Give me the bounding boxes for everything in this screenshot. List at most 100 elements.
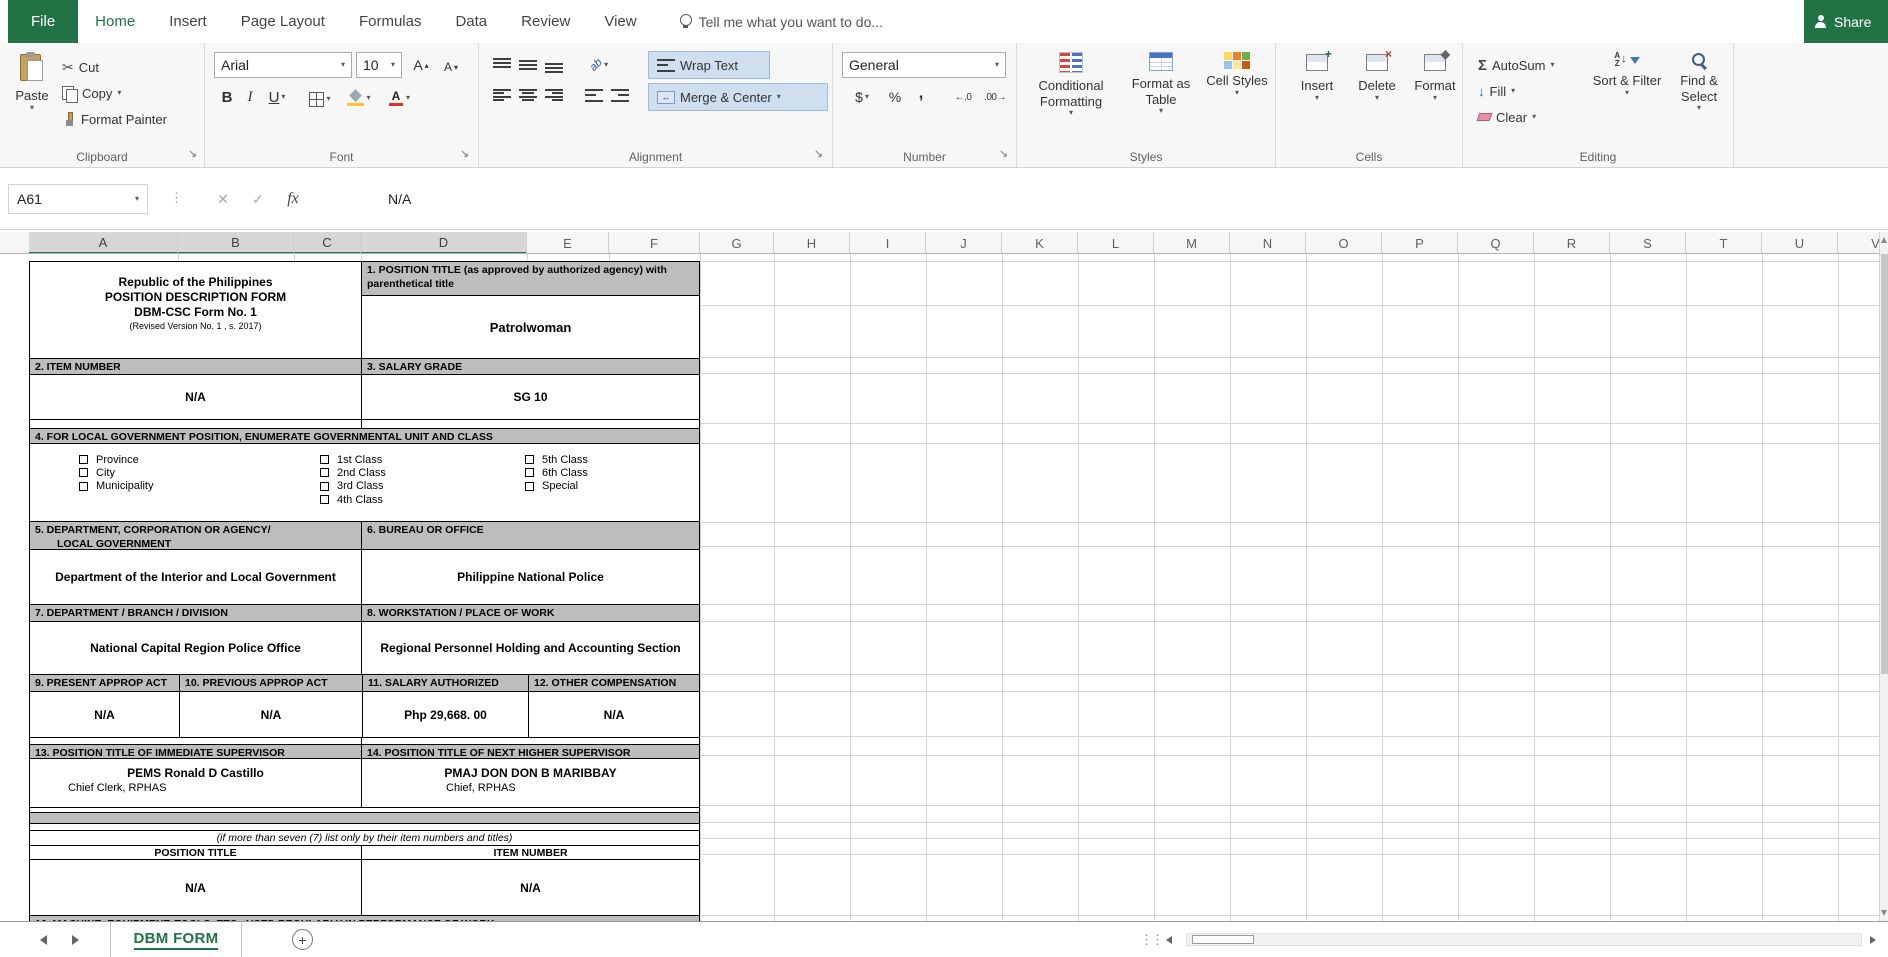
checkbox-item[interactable]: Special <box>525 480 588 493</box>
underline-button[interactable]: U ▾ <box>262 85 292 109</box>
column-header-C[interactable]: C <box>294 232 361 253</box>
tab-formulas[interactable]: Formulas <box>342 0 439 43</box>
column-header-V[interactable]: V <box>1838 232 1879 253</box>
field-7-value[interactable]: National Capital Region Police Office <box>30 622 361 674</box>
column-header-G[interactable]: G <box>700 232 774 253</box>
sheet-grid[interactable]: Republic of the Philippines POSITION DES… <box>0 254 1879 921</box>
item-number-header[interactable]: ITEM NUMBER <box>361 846 699 859</box>
checkbox-icon[interactable] <box>525 455 534 465</box>
checkbox-icon[interactable] <box>525 481 534 491</box>
field-3-value[interactable]: SG 10 <box>361 375 699 419</box>
column-header-A[interactable]: A <box>29 232 178 253</box>
decrease-decimal-button[interactable]: .00→ <box>980 85 1010 109</box>
font-size-combo[interactable]: 10 ▾ <box>356 52 402 78</box>
field-14-label[interactable]: 14. POSITION TITLE OF NEXT HIGHER SUPERV… <box>361 745 699 759</box>
hscroll-right-button[interactable] <box>1864 932 1882 948</box>
column-header-H[interactable]: H <box>774 232 850 253</box>
field-10-label[interactable]: 10. PREVIOUS APPROP ACT <box>179 675 362 691</box>
checkbox-icon[interactable] <box>320 481 329 491</box>
accounting-format-button[interactable]: $ ▾ <box>848 85 876 109</box>
checkbox-item[interactable]: City <box>79 466 153 479</box>
tab-home[interactable]: Home <box>78 0 152 43</box>
checkbox-item[interactable]: 1st Class <box>320 453 386 466</box>
enter-button[interactable]: ✓ <box>243 184 273 214</box>
vertical-scrollbar[interactable] <box>1879 232 1888 921</box>
field-11-label[interactable]: 11. SALARY AUTHORIZED <box>362 675 528 691</box>
conditional-formatting-button[interactable]: Conditional Formatting ▾ <box>1028 52 1114 117</box>
borders-button[interactable]: ▾ <box>304 89 336 109</box>
scroll-down-icon[interactable] <box>1881 910 1887 916</box>
delete-cells-button[interactable]: × Delete ▾ <box>1350 48 1404 102</box>
sheet-nav-right-button[interactable] <box>64 930 86 950</box>
increase-indent-button[interactable] <box>608 84 632 106</box>
fill-button[interactable]: ↓ Fill ▾ <box>1478 79 1515 103</box>
field-4-checkbox-area[interactable]: Province City Municipality 1st Class 2nd Cl… <box>30 444 699 521</box>
font-dialog-launcher-icon[interactable]: ↘ <box>457 148 472 162</box>
checkbox-icon[interactable] <box>320 468 329 478</box>
fill-color-button[interactable]: ▾ <box>342 87 376 109</box>
item-number-value[interactable]: N/A <box>361 860 699 915</box>
column-header-D[interactable]: D <box>361 232 527 253</box>
field-6-value[interactable]: Philippine National Police <box>361 550 699 604</box>
align-left-button[interactable] <box>490 84 514 106</box>
cell-styles-button[interactable]: Cell Styles ▾ <box>1206 52 1268 97</box>
horizontal-scrollbar-thumb[interactable] <box>1192 935 1254 944</box>
sheet-tab-dbm-form[interactable]: DBM FORM <box>110 922 242 957</box>
checkbox-icon[interactable] <box>79 481 88 491</box>
field-6-label[interactable]: 6. BUREAU OR OFFICE <box>361 522 699 549</box>
field-3-label[interactable]: 3. SALARY GRADE <box>361 359 699 374</box>
checkbox-icon[interactable] <box>79 455 88 465</box>
italic-button[interactable]: I <box>240 85 260 109</box>
share-button[interactable]: Share <box>1804 0 1888 43</box>
field-14-value[interactable]: PMAJ DON DON B MARIBBAY Chief, RPHAS <box>361 759 699 807</box>
field-7-label[interactable]: 7. DEPARTMENT / BRANCH / DIVISION <box>30 605 361 621</box>
number-format-combo[interactable]: General ▾ <box>842 52 1006 78</box>
column-header-U[interactable]: U <box>1762 232 1838 253</box>
field-15-note[interactable]: (if more than seven (7) list only by the… <box>30 830 699 846</box>
position-title-header[interactable]: POSITION TITLE <box>30 846 361 859</box>
sheet-nav-left-button[interactable] <box>32 930 54 950</box>
name-box[interactable]: A61 ▾ <box>8 184 148 214</box>
column-header-M[interactable]: M <box>1154 232 1230 253</box>
align-center-button[interactable] <box>516 84 540 106</box>
column-header-O[interactable]: O <box>1306 232 1382 253</box>
merge-center-button[interactable]: ↔ Merge & Center ▾ <box>648 83 828 111</box>
clear-button[interactable]: Clear ▾ <box>1476 105 1536 129</box>
comma-style-button[interactable]: , <box>910 81 932 105</box>
column-header-E[interactable]: E <box>527 232 609 253</box>
field-1-label[interactable]: 1. POSITION TITLE (as approved by author… <box>362 262 699 296</box>
column-header-N[interactable]: N <box>1230 232 1306 253</box>
column-header-L[interactable]: L <box>1078 232 1154 253</box>
tab-file[interactable]: File <box>8 0 79 43</box>
checkbox-icon[interactable] <box>79 468 88 478</box>
column-header-Q[interactable]: Q <box>1458 232 1534 253</box>
align-right-button[interactable] <box>542 84 566 106</box>
percent-style-button[interactable]: % <box>884 85 906 109</box>
field-8-value[interactable]: Regional Personnel Holding and Accountin… <box>361 622 699 674</box>
tab-insert[interactable]: Insert <box>152 0 224 43</box>
field-8-label[interactable]: 8. WORKSTATION / PLACE OF WORK <box>361 605 699 621</box>
field-5-label[interactable]: 5. DEPARTMENT, CORPORATION OR AGENCY/ LO… <box>30 522 361 550</box>
field-2-label[interactable]: 2. ITEM NUMBER <box>30 359 361 374</box>
checkbox-icon[interactable] <box>320 455 329 465</box>
column-header-I[interactable]: I <box>850 232 926 253</box>
copy-button[interactable]: Copy ▾ <box>62 81 121 105</box>
column-header-K[interactable]: K <box>1002 232 1078 253</box>
column-header-B[interactable]: B <box>178 232 294 253</box>
column-header-J[interactable]: J <box>926 232 1002 253</box>
field-15-band[interactable] <box>30 812 699 824</box>
decrease-font-size-button[interactable]: A ▾ <box>438 56 464 78</box>
cancel-button[interactable]: ✕ <box>208 184 238 214</box>
tab-data[interactable]: Data <box>438 0 504 43</box>
column-header-P[interactable]: P <box>1382 232 1458 253</box>
form-title-cell[interactable]: Republic of the Philippines POSITION DES… <box>30 262 361 358</box>
column-header-F[interactable]: F <box>609 232 700 253</box>
scroll-up-icon[interactable] <box>1881 237 1887 243</box>
vertical-scrollbar-thumb[interactable] <box>1881 254 1888 674</box>
checkbox-item[interactable]: Municipality <box>79 480 153 493</box>
checkbox-item[interactable]: Province <box>79 453 153 466</box>
checkbox-item[interactable]: 2nd Class <box>320 466 386 479</box>
checkbox-item[interactable]: 5th Class <box>525 453 588 466</box>
column-header-S[interactable]: S <box>1610 232 1686 253</box>
decrease-indent-button[interactable] <box>582 84 606 106</box>
